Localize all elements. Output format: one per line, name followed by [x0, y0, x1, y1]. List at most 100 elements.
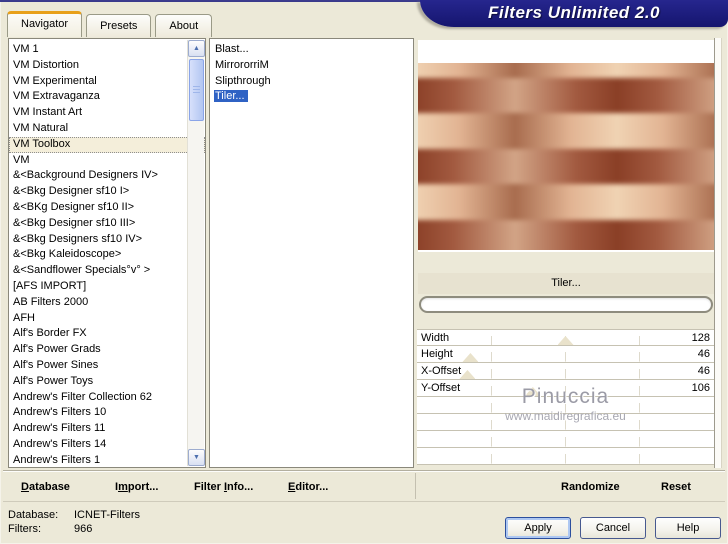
editor-button[interactable]: Editor... [288, 471, 328, 503]
scrollbar-thumb[interactable] [189, 59, 204, 121]
preview-tile [515, 63, 617, 78]
param-value: 46 [697, 348, 710, 360]
category-item[interactable]: VM Instant Art [9, 105, 205, 121]
category-item[interactable]: VM Distortion [9, 58, 205, 74]
preview-tile [515, 148, 617, 185]
watermark-url: www.maidiregrafica.eu [505, 409, 626, 423]
title-banner: Filters Unlimited 2.0 [420, 0, 728, 27]
preview-tile [418, 219, 515, 250]
param-value: 46 [697, 365, 710, 377]
category-item[interactable]: &<BKg Designer sf10 II> [9, 200, 205, 216]
param-value: 128 [691, 332, 710, 344]
filter-info-button[interactable]: Filter Info... [194, 471, 253, 503]
preview-tile [617, 78, 714, 114]
preview-scroll-track[interactable] [714, 38, 722, 468]
preview-tile [418, 184, 515, 220]
status-filters-row: Filters: 966 [8, 522, 140, 536]
filter-list[interactable]: Blast... MirrororriM Slipthrough Tiler..… [209, 38, 414, 468]
preview-tile [515, 113, 617, 149]
status-area: Database: ICNET-Filters Filters: 966 [8, 508, 140, 536]
toolbar: Database Import... Filter Info... Editor… [3, 470, 725, 502]
preview-tile [617, 219, 714, 250]
reset-button[interactable]: Reset [661, 471, 691, 503]
database-button[interactable]: Database [21, 471, 70, 503]
database-value: ICNET-Filters [74, 509, 140, 521]
category-item[interactable]: &<Background Designers IV> [9, 168, 205, 184]
category-item[interactable]: VM Natural [9, 121, 205, 137]
cancel-button[interactable]: Cancel [580, 517, 646, 539]
preview-tile [418, 148, 515, 185]
category-item[interactable]: Andrew's Filter Collection 62 [9, 390, 205, 406]
filter-item[interactable]: Slipthrough [210, 74, 413, 90]
category-item[interactable]: &<Sandflower Specials°v° > [9, 263, 205, 279]
randomize-button[interactable]: Randomize [561, 471, 620, 503]
preview-tile [418, 78, 515, 114]
selected-filter-title: Tiler... [418, 273, 714, 294]
tab-bar: Navigator Presets About [7, 11, 216, 37]
preview-tile [617, 148, 714, 185]
param-label: Height [421, 348, 453, 360]
apply-button[interactable]: Apply [505, 517, 571, 539]
preview-tile [617, 184, 714, 220]
scroll-down-icon[interactable]: ▼ [188, 449, 205, 466]
preview-panel: Tiler... Width 128 Height 46 X-Offset 46… [417, 38, 723, 468]
param-slider-marker[interactable] [462, 353, 479, 362]
category-item[interactable]: Andrew's Filters 1 [9, 453, 205, 467]
category-item[interactable]: Andrew's Filters 11 [9, 421, 205, 437]
filter-item[interactable]: Blast... [210, 42, 413, 58]
category-item[interactable]: &<Bkg Designer sf10 III> [9, 216, 205, 232]
watermark-name: Pinuccia [521, 385, 610, 408]
database-label: Database: [8, 509, 59, 521]
param-row-empty [417, 448, 714, 465]
category-item[interactable]: VM [9, 153, 205, 169]
preview-tile [617, 113, 714, 149]
param-row-width[interactable]: Width 128 [417, 329, 714, 346]
preview-tile [515, 78, 617, 114]
param-label: Width [421, 332, 450, 344]
tab-presets[interactable]: Presets [86, 14, 152, 37]
category-list[interactable]: VM 1 VM Distortion VM Experimental VM Ex… [8, 38, 206, 468]
filter-item-selected[interactable]: Tiler... [210, 89, 413, 105]
preview-pattern-grid [418, 63, 714, 250]
filter-item[interactable]: MirrororriM [210, 58, 413, 74]
filters-label: Filters: [8, 523, 41, 535]
param-slider-marker[interactable] [557, 336, 574, 345]
filters-unlimited-window: Filters Unlimited 2.0 Navigator Presets … [0, 0, 728, 544]
category-item[interactable]: Alf's Power Grads [9, 342, 205, 358]
category-item[interactable]: AB Filters 2000 [9, 295, 205, 311]
preview-tile [515, 184, 617, 220]
help-button[interactable]: Help [655, 517, 721, 539]
category-item[interactable]: [AFS IMPORT] [9, 279, 205, 295]
category-item[interactable]: AFH [9, 311, 205, 327]
category-item[interactable]: Alf's Power Toys [9, 374, 205, 390]
preview-tile [515, 219, 617, 250]
preview-tile [617, 63, 714, 78]
preview-pattern [418, 63, 714, 250]
param-row-height[interactable]: Height 46 [417, 346, 714, 363]
category-item-selected[interactable]: VM Toolbox [9, 136, 205, 153]
category-item[interactable]: &<Bkg Designers sf10 IV> [9, 232, 205, 248]
category-item[interactable]: Alf's Power Sines [9, 358, 205, 374]
preview-tile [418, 113, 515, 149]
category-item[interactable]: VM Extravaganza [9, 89, 205, 105]
preview-slider[interactable] [419, 296, 713, 313]
import-button[interactable]: Import... [115, 471, 158, 503]
tab-about[interactable]: About [155, 14, 213, 37]
param-row-x-offset[interactable]: X-Offset 46 [417, 363, 714, 380]
param-slider-marker[interactable] [459, 370, 476, 379]
category-item[interactable]: &<Bkg Designer sf10 I> [9, 184, 205, 200]
category-item[interactable]: Andrew's Filters 10 [9, 405, 205, 421]
category-scrollbar[interactable]: ▲ ▼ [187, 40, 205, 466]
category-item[interactable]: VM Experimental [9, 74, 205, 90]
category-item[interactable]: &<Bkg Kaleidoscope> [9, 247, 205, 263]
param-label: X-Offset [421, 365, 462, 377]
filters-count: 966 [74, 523, 93, 535]
filter-preview[interactable] [418, 40, 714, 252]
scroll-up-icon[interactable]: ▲ [188, 40, 205, 57]
category-item[interactable]: Alf's Border FX [9, 326, 205, 342]
category-item[interactable]: VM 1 [9, 42, 205, 58]
category-item[interactable]: Andrew's Filters 14 [9, 437, 205, 453]
tab-navigator[interactable]: Navigator [7, 11, 83, 37]
toolbar-divider [415, 473, 416, 499]
param-row-empty [417, 431, 714, 448]
